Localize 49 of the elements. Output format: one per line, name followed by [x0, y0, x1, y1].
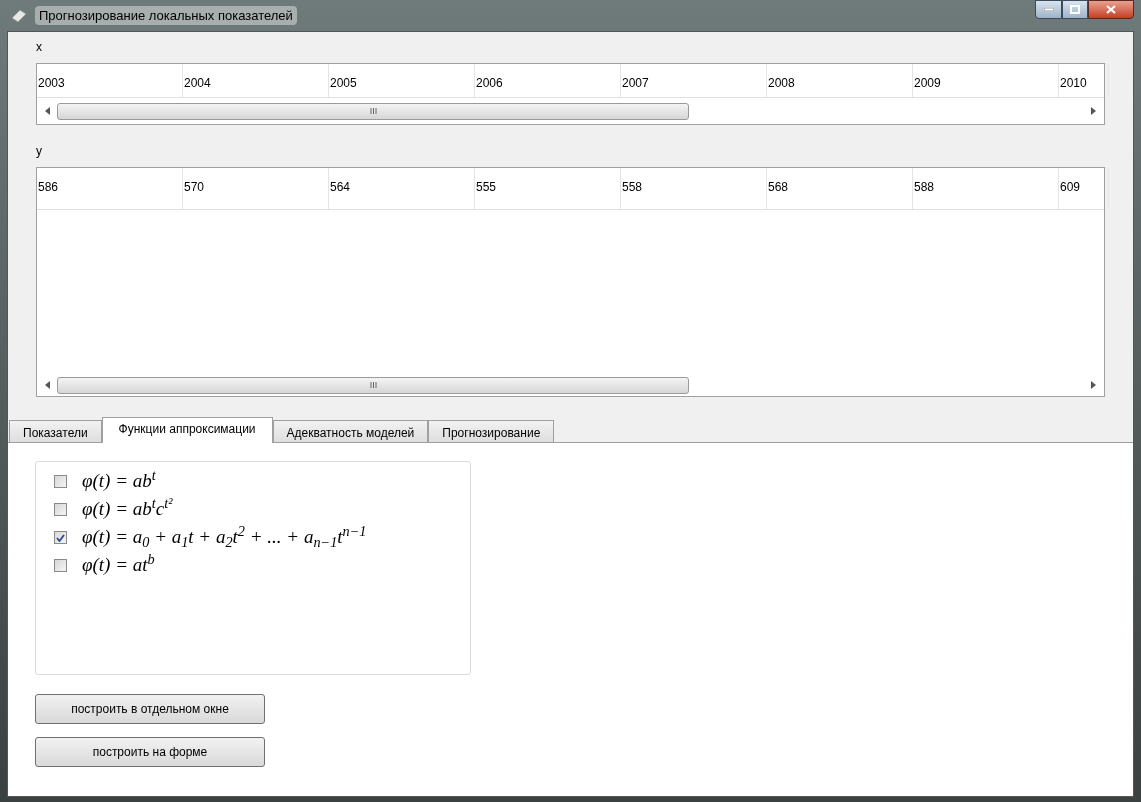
scroll-left-icon[interactable]	[45, 381, 51, 389]
plot-button[interactable]: построить в отдельном окне	[35, 694, 265, 724]
scrollbar-thumb[interactable]	[57, 102, 689, 120]
scrollbar-thumb[interactable]	[57, 376, 689, 394]
maximize-icon	[1070, 5, 1080, 14]
minimize-icon	[1043, 8, 1054, 11]
y-label: y	[36, 143, 43, 160]
table-cell: 2003	[37, 64, 183, 97]
table-cell: 2006	[475, 64, 621, 97]
table-cell: 586	[37, 168, 183, 209]
tab[interactable]: Прогнозирование	[428, 420, 555, 442]
window-title: Прогнозирование локальных показателей	[35, 5, 297, 26]
checkbox[interactable]	[54, 503, 67, 516]
table-cell: 558	[621, 168, 767, 209]
table-cell: 564	[329, 168, 475, 209]
table-cell: 568	[767, 168, 913, 209]
close-icon	[1106, 5, 1116, 14]
formula: φ(t) = ab$^{t}$c$^{t²}$	[82, 495, 173, 522]
table-cell: 2005	[329, 64, 475, 97]
formula: φ(t) = a$_{0}$ + a$_{1}$t + a$_{2}$t$^{2}$ + ... + a$_{n−1}$t$^{n−1}$	[82, 523, 367, 552]
formula: φ(t) = ab$^{t}$	[82, 467, 156, 494]
grip-icon	[369, 108, 377, 114]
table-cell: 555	[475, 168, 621, 209]
plot-button[interactable]: построить на форме	[35, 737, 265, 767]
tab[interactable]: Адекватность моделей	[272, 420, 429, 442]
checkbox[interactable]	[54, 475, 67, 488]
checkmark-icon	[56, 533, 65, 542]
table-cell: 2008	[767, 64, 913, 97]
scroll-right-icon[interactable]	[1090, 381, 1096, 389]
table-cell: 2009	[913, 64, 1059, 97]
grip-icon	[369, 382, 377, 388]
table-cell: 609	[1059, 168, 1109, 209]
scroll-left-icon[interactable]	[45, 107, 51, 115]
minimize-button[interactable]	[1035, 0, 1062, 19]
formula: φ(t) = at$^{b}$	[82, 551, 155, 578]
maximize-button[interactable]	[1062, 0, 1088, 19]
table-cell: 2004	[183, 64, 329, 97]
scroll-right-icon[interactable]	[1090, 107, 1096, 115]
checkbox[interactable]	[54, 531, 67, 544]
table-cell: 2007	[621, 64, 767, 97]
table-cell: 588	[913, 168, 1059, 209]
table-cell: 2010	[1059, 64, 1109, 97]
tab[interactable]: Показатели	[9, 420, 102, 442]
table-cell: 570	[183, 168, 329, 209]
tab[interactable]: Функции аппроксимации	[101, 417, 273, 443]
x-label: x	[36, 39, 43, 56]
checkbox[interactable]	[54, 559, 67, 572]
app-icon	[11, 8, 27, 23]
close-button[interactable]	[1088, 0, 1134, 19]
